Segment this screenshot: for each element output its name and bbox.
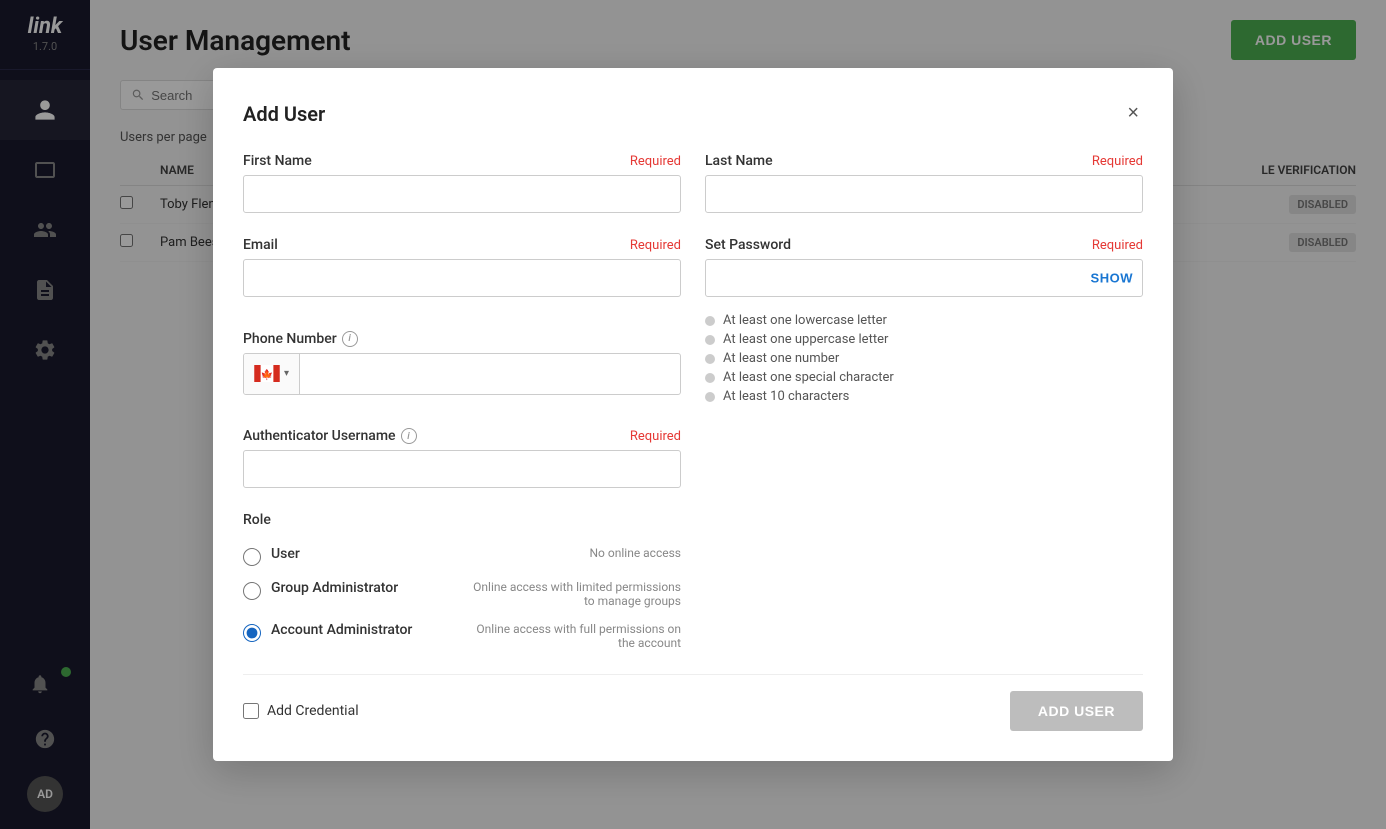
last-name-group: Last Name Required	[705, 153, 1143, 213]
first-name-input[interactable]	[243, 175, 681, 213]
password-required: Required	[1092, 238, 1143, 253]
rule-dot-3	[705, 373, 715, 383]
role-option-account-admin-inner: Account Administrator Online access with…	[271, 622, 681, 650]
email-input[interactable]	[243, 259, 681, 297]
add-credential-checkbox[interactable]	[243, 703, 259, 719]
role-radio-account-admin[interactable]	[243, 624, 261, 642]
modal-overlay: Add User × First Name Required Last Name	[90, 0, 1386, 829]
role-radio-group-admin[interactable]	[243, 582, 261, 600]
role-group-admin-label[interactable]: Group Administrator	[271, 580, 398, 596]
modal-title: Add User	[243, 102, 325, 126]
auth-username-label-row: Authenticator Username i Required	[243, 428, 681, 444]
phone-number-group: Phone Number i 🍁 ▾	[243, 331, 681, 405]
modal-body: First Name Required Last Name Required	[243, 153, 1143, 650]
rule-text-3: At least one special character	[723, 370, 894, 385]
modal-header: Add User ×	[243, 98, 1143, 129]
last-name-label-row: Last Name Required	[705, 153, 1143, 169]
password-input-wrapper: SHOW	[705, 259, 1143, 297]
role-option-group-admin-inner: Group Administrator Online access with l…	[271, 580, 681, 608]
show-password-button[interactable]: SHOW	[1091, 271, 1133, 286]
password-input[interactable]	[705, 259, 1143, 297]
rule-text-2: At least one number	[723, 351, 839, 366]
password-label: Set Password	[705, 237, 791, 253]
spacer	[705, 428, 1143, 488]
email-group: Email Required	[243, 237, 681, 307]
svg-text:🍁: 🍁	[261, 368, 274, 381]
role-account-admin-desc: Online access with full permissions on t…	[461, 622, 681, 650]
password-rule-4: At least 10 characters	[705, 389, 1143, 404]
add-credential-label[interactable]: Add Credential	[267, 703, 359, 719]
country-selector[interactable]: 🍁 ▾	[244, 354, 300, 394]
email-required: Required	[630, 238, 681, 253]
password-rule-2: At least one number	[705, 351, 1143, 366]
role-label: Role	[243, 512, 681, 528]
role-option-user: User No online access	[243, 546, 681, 566]
password-group: Set Password Required SHOW At least one …	[705, 237, 1143, 404]
role-options: User No online access Group Administrato…	[243, 546, 681, 650]
add-credential-row: Add Credential	[243, 703, 359, 719]
modal-add-user-button[interactable]: ADD USER	[1010, 691, 1143, 731]
role-option-group-admin: Group Administrator Online access with l…	[243, 580, 681, 608]
modal-close-button[interactable]: ×	[1123, 98, 1143, 129]
role-radio-user[interactable]	[243, 548, 261, 566]
password-label-row: Set Password Required	[705, 237, 1143, 253]
role-account-admin-label[interactable]: Account Administrator	[271, 622, 412, 638]
add-user-modal: Add User × First Name Required Last Name	[213, 68, 1173, 761]
rule-dot-4	[705, 392, 715, 402]
role-user-label[interactable]: User	[271, 546, 300, 562]
auth-info-icon: i	[401, 428, 417, 444]
auth-username-label: Authenticator Username i	[243, 428, 417, 444]
chevron-down-icon: ▾	[284, 368, 289, 379]
phone-number-label: Phone Number i	[243, 331, 358, 347]
modal-footer: Add Credential ADD USER	[243, 674, 1143, 731]
role-group: Role User No online access	[243, 512, 681, 650]
password-rule-3: At least one special character	[705, 370, 1143, 385]
first-name-label-row: First Name Required	[243, 153, 681, 169]
auth-username-input[interactable]	[243, 450, 681, 488]
phone-input-row: 🍁 ▾	[243, 353, 681, 395]
phone-label-row: Phone Number i	[243, 331, 681, 347]
password-rule-1: At least one uppercase letter	[705, 332, 1143, 347]
rule-dot-1	[705, 335, 715, 345]
first-name-required: Required	[630, 154, 681, 169]
main-content: User Management ADD USER Users per page …	[90, 0, 1386, 829]
rule-dot-0	[705, 316, 715, 326]
last-name-input[interactable]	[705, 175, 1143, 213]
rule-text-4: At least 10 characters	[723, 389, 849, 404]
last-name-label: Last Name	[705, 153, 773, 169]
role-user-desc: No online access	[590, 546, 682, 560]
auth-username-required: Required	[630, 429, 681, 444]
rule-dot-2	[705, 354, 715, 364]
canada-flag-icon: 🍁	[254, 365, 280, 382]
first-name-label: First Name	[243, 153, 312, 169]
role-group-admin-desc: Online access with limited permissions t…	[461, 580, 681, 608]
role-option-user-inner: User No online access	[271, 546, 681, 562]
phone-info-icon: i	[342, 331, 358, 347]
last-name-required: Required	[1092, 154, 1143, 169]
email-label-row: Email Required	[243, 237, 681, 253]
role-option-account-admin: Account Administrator Online access with…	[243, 622, 681, 650]
rule-text-1: At least one uppercase letter	[723, 332, 888, 347]
rule-text-0: At least one lowercase letter	[723, 313, 887, 328]
auth-username-group: Authenticator Username i Required	[243, 428, 681, 488]
first-name-group: First Name Required	[243, 153, 681, 213]
password-rule-0: At least one lowercase letter	[705, 313, 1143, 328]
phone-input[interactable]	[300, 356, 680, 392]
email-label: Email	[243, 237, 278, 253]
password-rules: At least one lowercase letter At least o…	[705, 313, 1143, 404]
